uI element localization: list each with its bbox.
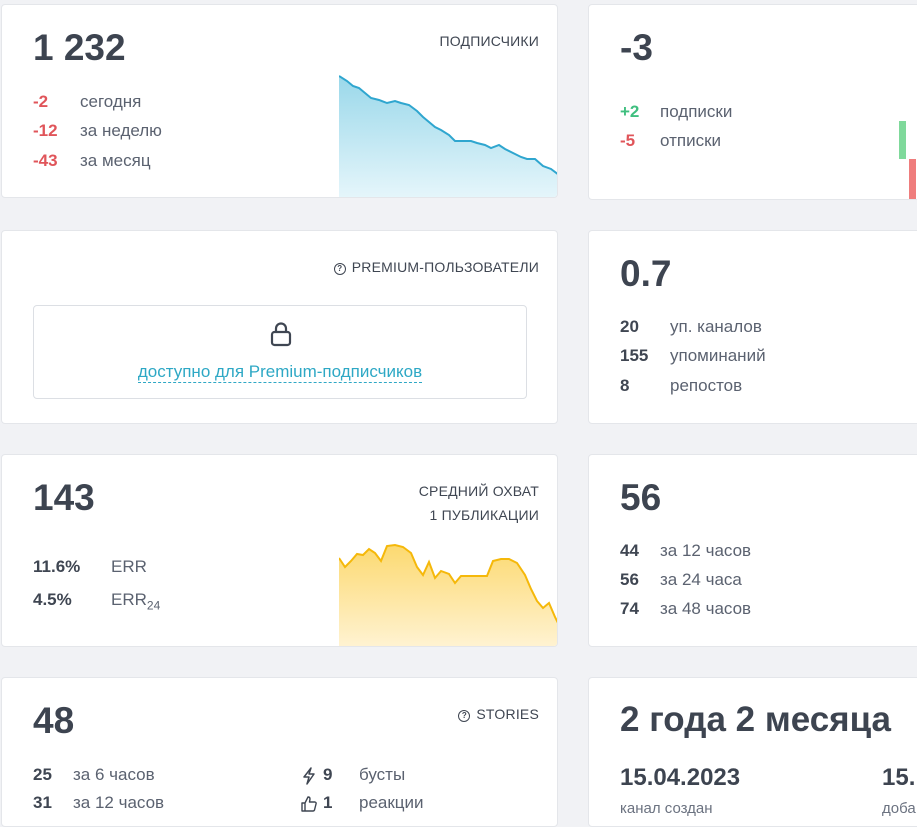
- stat-value: 20: [620, 317, 639, 336]
- subscribe-bar: [899, 121, 906, 159]
- views-card[interactable]: 56 44 за 12 часов 56 за 24 часа 74 за 48 ча…: [588, 454, 917, 647]
- stories-card[interactable]: 48 ? STORIES 25 за 6 часов 31 за 12 часов 9…: [1, 677, 558, 827]
- stat-row: 155 упоминаний: [620, 345, 766, 367]
- stat-row: 25 за 6 часов: [33, 764, 155, 786]
- stat-row: -12 за неделю: [33, 120, 162, 142]
- stat-value: 44: [620, 541, 639, 560]
- premium-link[interactable]: доступно для Premium-подписчиков: [34, 362, 526, 383]
- views-value: 56: [620, 477, 662, 518]
- err-value: 11.6%: [33, 557, 81, 576]
- citation-card[interactable]: 0.7 20 уп. каналов 155 упоминаний 8 репосто…: [588, 230, 917, 424]
- subscribers-label: ПОДПИСЧИКИ: [439, 33, 539, 49]
- stat-text: бусты: [359, 765, 406, 784]
- citation-index: 0.7: [620, 253, 672, 294]
- stat-text: за 6 часов: [73, 765, 155, 784]
- stat-text: отписки: [660, 131, 722, 150]
- stat-value: 8: [620, 376, 630, 395]
- err24-value: 4.5%: [33, 590, 72, 609]
- stat-text: сегодня: [80, 92, 142, 111]
- stat-row: 44 за 12 часов: [620, 540, 751, 562]
- sparkline-area: [339, 545, 557, 646]
- subscribers-sparkline: [339, 75, 557, 197]
- err24-row: 4.5% ERR24: [33, 589, 160, 616]
- stat-text: за 24 часа: [660, 570, 742, 589]
- stat-text: за 12 часов: [660, 541, 752, 560]
- stat-value: 9: [323, 765, 333, 784]
- daily-change-card[interactable]: -3 +2 подписки -5 отписки: [588, 4, 917, 200]
- reach-label: СРЕДНИЙ ОХВАТ 1 ПУБЛИКАЦИИ: [418, 483, 539, 523]
- stat-row: 56 за 24 часа: [620, 569, 742, 591]
- stat-row: 20 уп. каналов: [620, 316, 762, 338]
- reach-value: 143: [33, 477, 95, 518]
- subscribers-card[interactable]: 1 232 ПОДПИСЧИКИ -2 сегодня -12 за неделю …: [1, 4, 558, 198]
- unsubscribe-bar: [909, 159, 916, 199]
- err24-label: ERR24: [111, 590, 161, 613]
- reach-card[interactable]: 143 СРЕДНИЙ ОХВАТ 1 ПУБЛИКАЦИИ 11.6% ERR …: [1, 454, 558, 647]
- subscribers-count: 1 232: [33, 27, 126, 68]
- added-label: доба: [882, 800, 916, 817]
- err-label: ERR: [111, 557, 147, 576]
- thumbs-up-icon: [301, 795, 317, 812]
- premium-card[interactable]: ? PREMIUM-ПОЛЬЗОВАТЕЛИ доступно для Premi…: [1, 230, 558, 424]
- channel-age-value: 2 года 2 месяца: [620, 700, 892, 739]
- daily-change-value: -3: [620, 27, 653, 68]
- stat-row: -5 отписки: [620, 130, 721, 152]
- stat-row: -2 сегодня: [33, 91, 141, 113]
- stat-value: 155: [620, 346, 649, 365]
- created-label: канал создан: [620, 800, 713, 817]
- premium-lock-box[interactable]: доступно для Premium-подписчиков: [33, 305, 527, 399]
- premium-label: ? PREMIUM-ПОЛЬЗОВАТЕЛИ: [333, 255, 539, 279]
- stat-value: -43: [33, 151, 58, 170]
- stat-row: -43 за месяц: [33, 150, 151, 172]
- help-icon[interactable]: ?: [458, 710, 471, 722]
- stat-value: 56: [620, 570, 639, 589]
- help-icon[interactable]: ?: [333, 263, 346, 275]
- added-date: 15.: [882, 764, 916, 791]
- stat-text: упоминаний: [670, 346, 766, 365]
- stat-text: за 48 часов: [660, 599, 752, 618]
- stories-value: 48: [33, 700, 75, 741]
- bolt-icon: [303, 766, 315, 785]
- boosts-row: 9 бусты: [301, 764, 405, 786]
- stat-value: -12: [33, 121, 58, 140]
- err-row: 11.6% ERR: [33, 556, 147, 578]
- lock-icon: [270, 322, 292, 347]
- stat-text: подписки: [660, 102, 733, 121]
- stat-row: +2 подписки: [620, 101, 732, 123]
- stat-value: 74: [620, 599, 639, 618]
- stat-row: 8 репостов: [620, 375, 742, 397]
- stat-text: за неделю: [80, 121, 162, 140]
- stat-value: +2: [620, 102, 640, 121]
- stat-value: -2: [33, 92, 49, 111]
- stat-text: за месяц: [80, 151, 151, 170]
- stat-value: -5: [620, 131, 636, 150]
- channel-age-card[interactable]: 2 года 2 месяца 15.04.2023 канал создан …: [588, 677, 917, 827]
- created-date: 15.04.2023: [620, 764, 741, 791]
- sparkline-area: [339, 76, 557, 197]
- reach-sparkline: [339, 543, 557, 646]
- stories-label: ? STORIES: [458, 702, 539, 726]
- stat-row: 74 за 48 часов: [620, 598, 751, 620]
- stat-text: уп. каналов: [670, 317, 762, 336]
- stat-value: 25: [33, 765, 52, 784]
- stat-text: репостов: [670, 376, 743, 395]
